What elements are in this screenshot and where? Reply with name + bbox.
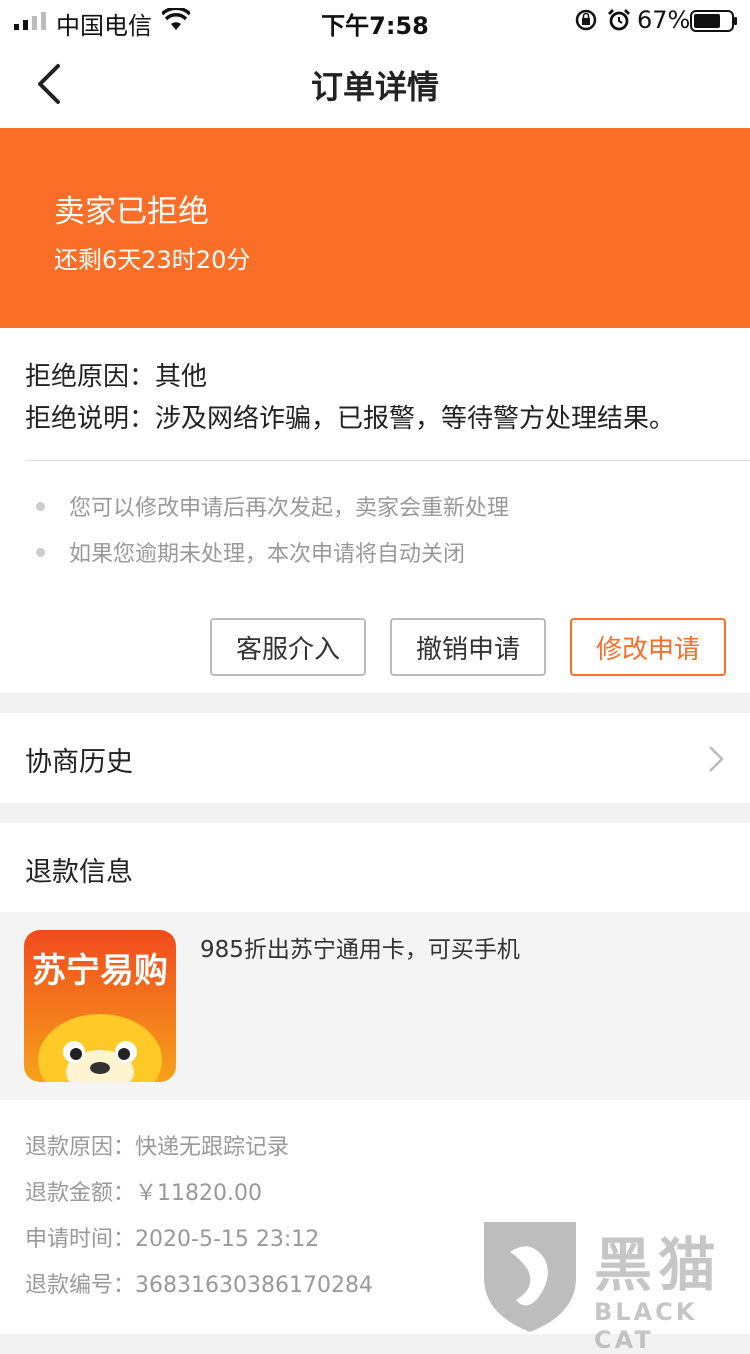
refund-section-title: 退款信息 [25, 857, 133, 888]
rejection-card: 拒绝原因：其他 拒绝说明：涉及网络诈骗，已报警，等待警方处理结果。 您可以修改申… [0, 328, 750, 693]
nav-bar: 订单详情 [0, 40, 750, 128]
orientation-lock-icon [575, 9, 597, 31]
tip-item: 您可以修改申请后再次发起，卖家会重新处理 [36, 490, 509, 522]
status-banner: 卖家已拒绝 还剩6天23时20分 [0, 128, 750, 328]
alarm-icon [608, 9, 630, 31]
product-logo: 苏宁易购 [24, 930, 176, 1082]
refund-status-title: 卖家已拒绝 [54, 194, 209, 230]
bullet-dot-icon [36, 547, 45, 557]
product-row[interactable]: 苏宁易购 985折出苏宁通用卡，可买手机 [0, 912, 750, 1100]
black-cat-watermark: 黑猫 BLACK CAT [480, 1218, 750, 1354]
cancel-request-button[interactable]: 撤销申请 [390, 618, 546, 676]
refund-id: 退款编号：36831630386170284 [25, 1273, 373, 1298]
reject-explanation: 拒绝说明：涉及网络诈骗，已报警，等待警方处理结果。 [25, 404, 676, 434]
watermark-en: BLACK CAT [594, 1298, 698, 1354]
negotiation-history-row[interactable]: 协商历史 [0, 713, 750, 803]
refund-reason: 退款原因：快递无跟踪记录 [25, 1135, 290, 1160]
customer-service-button[interactable]: 客服介入 [210, 618, 366, 676]
refund-amount: 退款金额：￥11820.00 [25, 1181, 262, 1206]
status-bar: 中国电信 下午7:58 67% [0, 0, 750, 40]
tip-item: 如果您逾期未处理，本次申请将自动关闭 [36, 536, 465, 568]
request-time: 申请时间：2020-5-15 23:12 [25, 1227, 320, 1252]
product-title: 985折出苏宁通用卡，可买手机 [200, 937, 520, 963]
divider [25, 460, 750, 461]
cat-shield-icon [484, 1222, 576, 1332]
bullet-dot-icon [36, 501, 45, 511]
reject-reason: 拒绝原因：其他 [25, 362, 208, 392]
battery-percent: 67% [637, 6, 691, 34]
page-title: 订单详情 [310, 68, 439, 106]
countdown-text: 还剩6天23时20分 [54, 246, 251, 274]
history-label: 协商历史 [25, 747, 133, 778]
chevron-right-icon [709, 746, 724, 772]
battery-icon [690, 10, 737, 32]
modify-request-button[interactable]: 修改申请 [570, 618, 726, 676]
svg-text:苏宁易购: 苏宁易购 [32, 951, 168, 991]
watermark-cn: 黑猫 [594, 1231, 723, 1299]
